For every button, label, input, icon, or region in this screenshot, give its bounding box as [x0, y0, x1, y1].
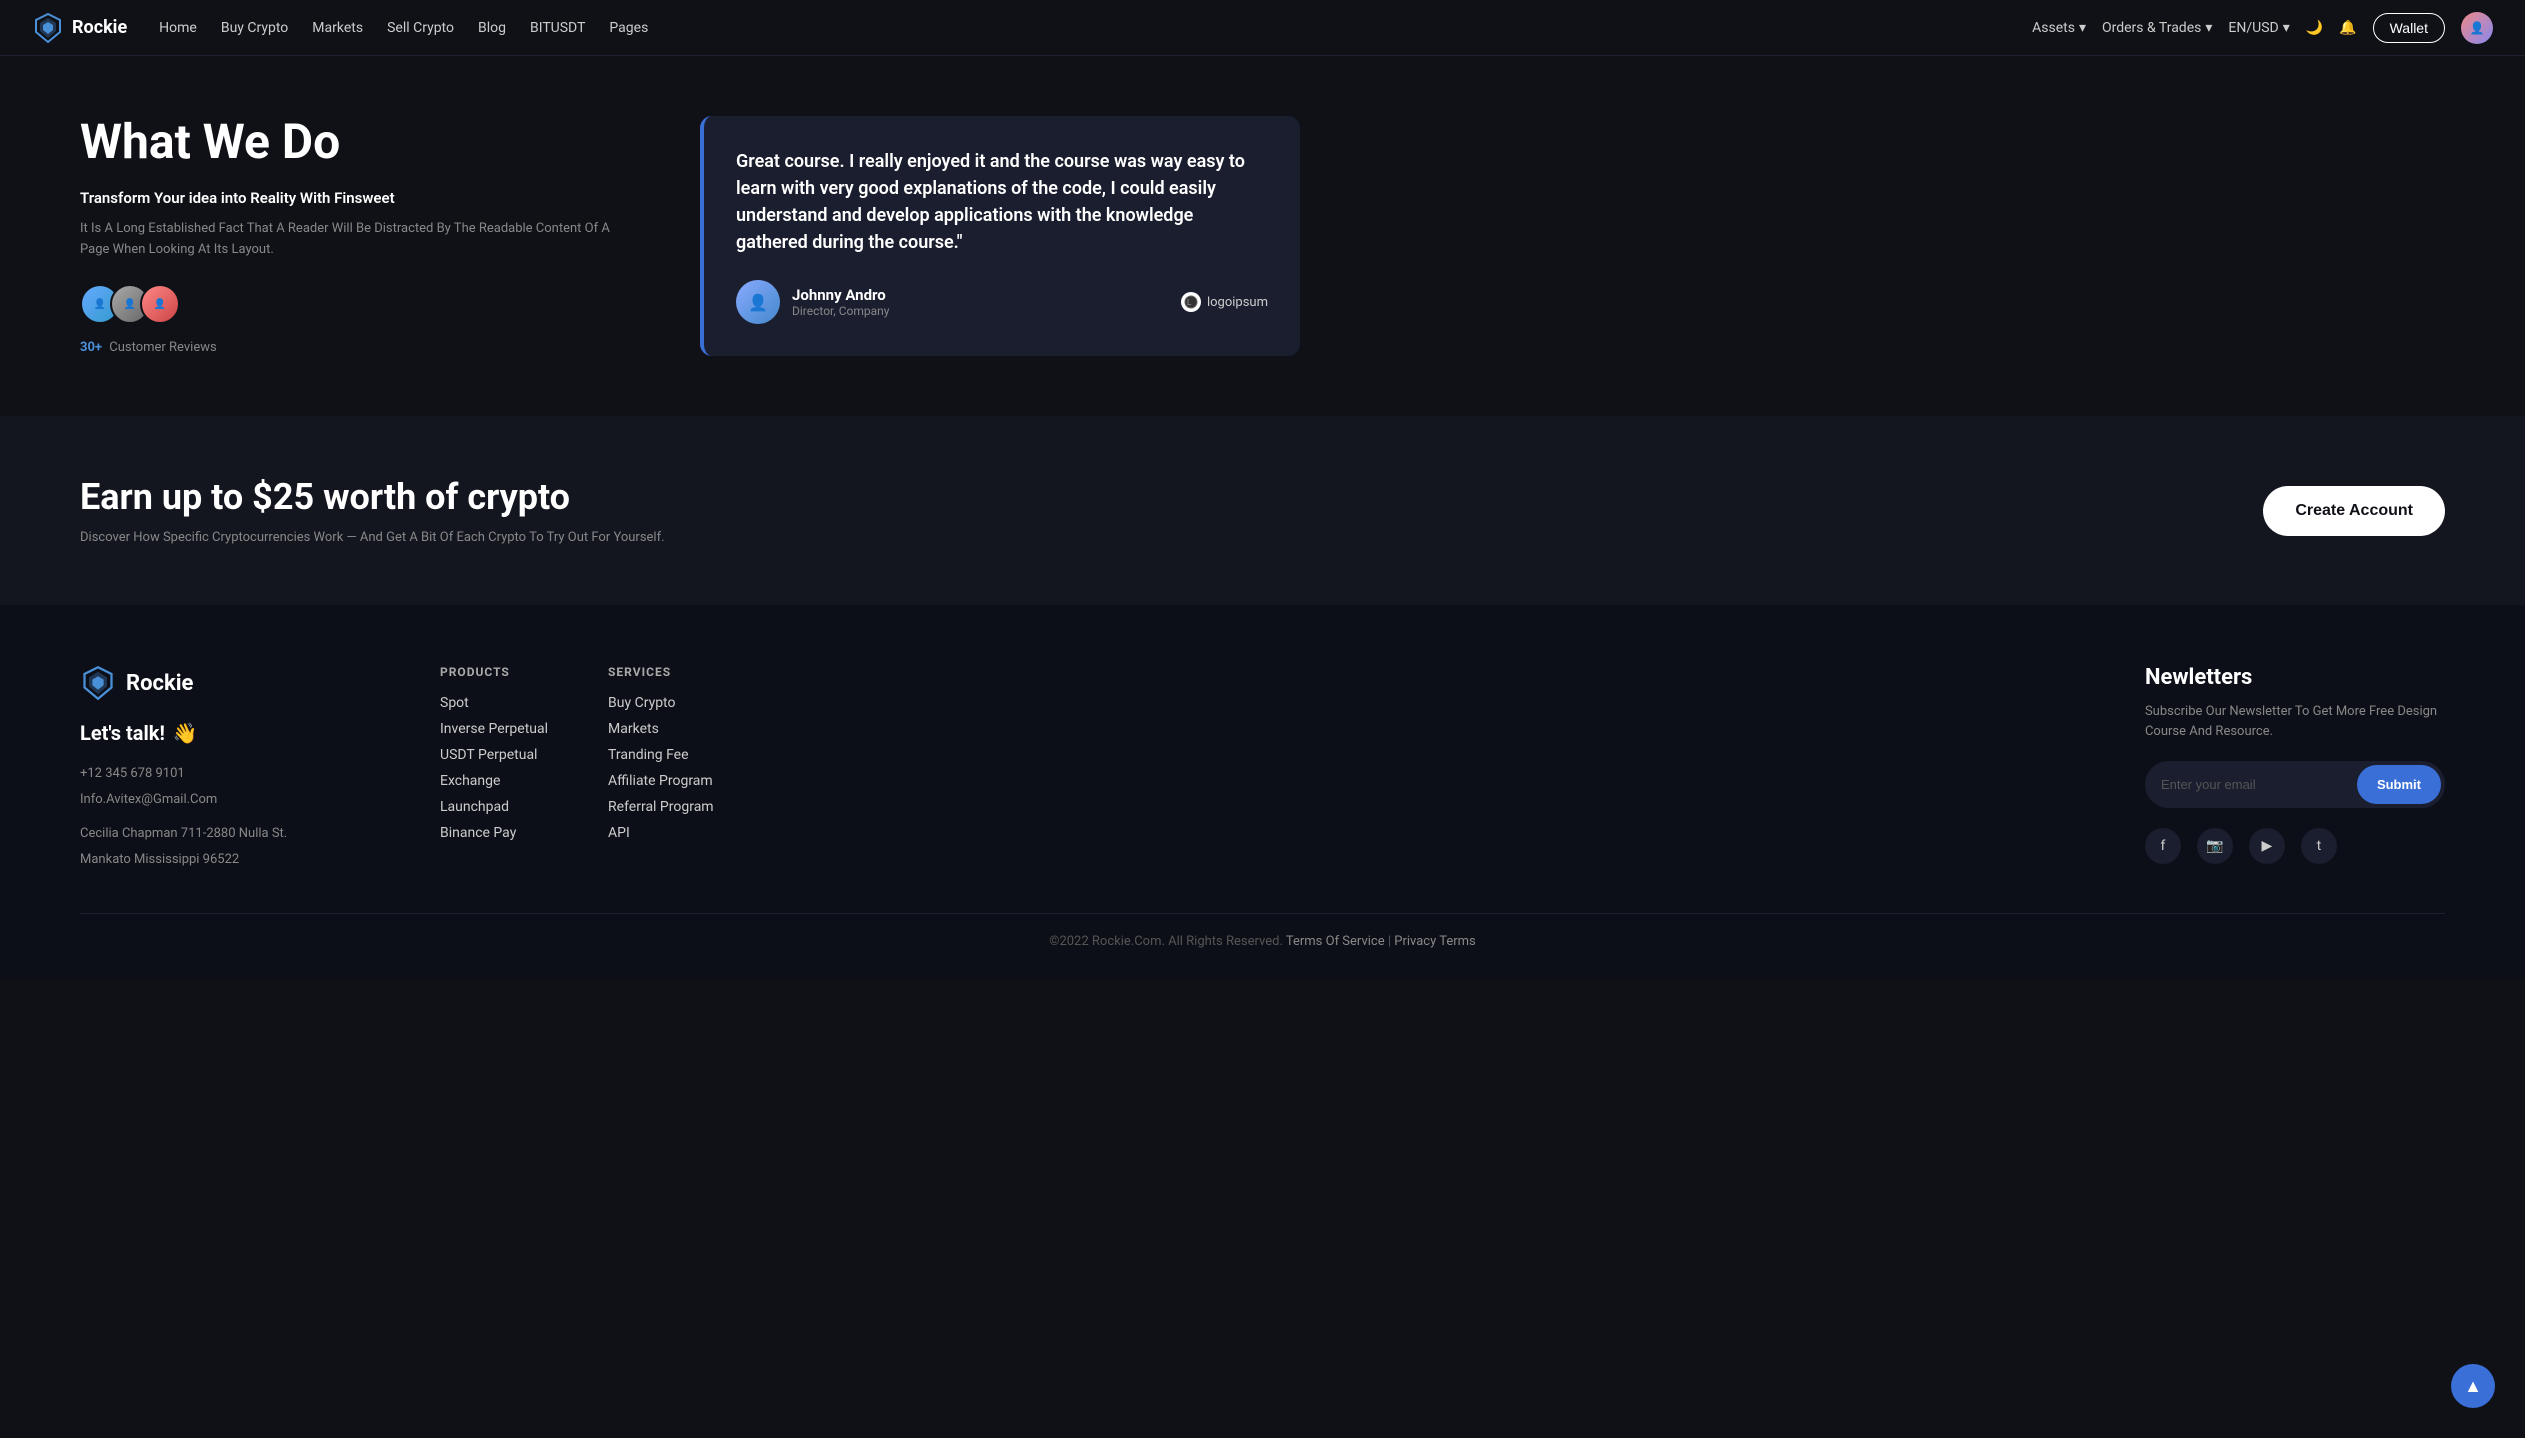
nav-logo[interactable]: Rockie: [32, 12, 127, 44]
footer-email: Info.Avitex@Gmail.Com: [80, 787, 360, 813]
youtube-icon[interactable]: ▶: [2249, 828, 2285, 864]
footer-api[interactable]: API: [608, 825, 714, 841]
footer-bottom: ©2022 Rockie.Com. All Rights Reserved. T…: [80, 913, 2445, 949]
reviewer-avatars: 👤 👤 👤: [80, 284, 640, 324]
what-we-do-section: What We Do Transform Your idea into Real…: [0, 56, 2525, 416]
footer-buy-crypto[interactable]: Buy Crypto: [608, 695, 714, 711]
earn-title: Earn up to $25 worth of crypto: [80, 476, 665, 518]
nav-sell-crypto[interactable]: Sell Crypto: [387, 20, 454, 36]
testimonial-text: Great course. I really enjoyed it and th…: [736, 148, 1268, 256]
notifications-bell[interactable]: 🔔: [2339, 20, 2356, 36]
author-info: 👤 Johnny Andro Director, Company: [736, 280, 889, 324]
scroll-to-top-button[interactable]: ▲: [2451, 1364, 2495, 1408]
author-avatar: 👤: [736, 280, 780, 324]
footer-brand: Rockie Let's talk! 👋 +12 345 678 9101 In…: [80, 665, 360, 873]
earn-description: Discover How Specific Cryptocurrencies W…: [80, 530, 665, 545]
footer-tranding-fee[interactable]: Tranding Fee: [608, 747, 714, 763]
nav-blog[interactable]: Blog: [478, 20, 506, 36]
services-heading: SERVICES: [608, 665, 714, 679]
author-details: Johnny Andro Director, Company: [792, 286, 889, 318]
footer-affiliate-program[interactable]: Affiliate Program: [608, 773, 714, 789]
footer-lets-talk: Let's talk! 👋: [80, 721, 360, 745]
nav-bitusdt[interactable]: BITUSDT: [530, 20, 585, 36]
nav-links: Home Buy Crypto Markets Sell Crypto Blog…: [159, 20, 2032, 36]
earn-left: Earn up to $25 worth of crypto Discover …: [80, 476, 665, 545]
logoipsum-logo: L logoipsum: [1181, 292, 1268, 312]
brand-name: Rockie: [72, 17, 127, 38]
twitter-icon[interactable]: t: [2301, 828, 2337, 864]
earn-section: Earn up to $25 worth of crypto Discover …: [0, 416, 2525, 605]
what-we-do-title: What We Do: [80, 116, 640, 169]
newsletter-description: Subscribe Our Newsletter To Get More Fre…: [2145, 702, 2445, 741]
privacy-link[interactable]: Privacy Terms: [1394, 934, 1476, 949]
testimonial-author: 👤 Johnny Andro Director, Company L logoi…: [736, 280, 1268, 324]
nav-right: Assets ▾ Orders & Trades ▾ EN/USD ▾ 🌙 🔔 …: [2032, 12, 2493, 44]
newsletter-heading: Newletters: [2145, 665, 2445, 690]
orders-trades-dropdown[interactable]: Orders & Trades ▾: [2102, 20, 2212, 36]
logoipsum-text: logoipsum: [1207, 295, 1268, 310]
svg-text:L: L: [1187, 298, 1192, 307]
author-name: Johnny Andro: [792, 286, 889, 304]
footer-contact: +12 345 678 9101 Info.Avitex@Gmail.Com C…: [80, 761, 360, 873]
wallet-button[interactable]: Wallet: [2373, 13, 2445, 43]
terms-link[interactable]: Terms Of Service: [1286, 934, 1385, 949]
footer-markets[interactable]: Markets: [608, 721, 714, 737]
currency-dropdown[interactable]: EN/USD ▾: [2228, 20, 2289, 36]
chevron-down-icon: ▾: [2283, 20, 2290, 36]
instagram-icon[interactable]: 📷: [2197, 828, 2233, 864]
footer-phone: +12 345 678 9101: [80, 761, 360, 787]
facebook-icon[interactable]: f: [2145, 828, 2181, 864]
footer-logo: Rockie: [80, 665, 360, 701]
reviewer-avatar-3: 👤: [140, 284, 180, 324]
main-content: What We Do Transform Your idea into Real…: [0, 0, 2525, 979]
footer-referral-program[interactable]: Referral Program: [608, 799, 714, 815]
products-column: PRODUCTS Spot Inverse Perpetual USDT Per…: [440, 665, 548, 873]
chevron-down-icon: ▾: [2205, 20, 2212, 36]
footer-inverse-perpetual[interactable]: Inverse Perpetual: [440, 721, 548, 737]
reviews-text: 30+ Customer Reviews: [80, 340, 640, 355]
footer-exchange[interactable]: Exchange: [440, 773, 548, 789]
what-we-do-subtitle: Transform Your idea into Reality With Fi…: [80, 189, 640, 207]
logoipsum-icon: L: [1181, 292, 1201, 312]
submit-button[interactable]: Submit: [2357, 765, 2441, 804]
services-column: SERVICES Buy Crypto Markets Tranding Fee…: [608, 665, 714, 873]
nav-markets[interactable]: Markets: [312, 20, 363, 36]
footer-launchpad[interactable]: Launchpad: [440, 799, 548, 815]
author-role: Director, Company: [792, 304, 889, 318]
footer-binance-pay[interactable]: Binance Pay: [440, 825, 548, 841]
footer-address: Cecilia Chapman 711-2880 Nulla St. Manka…: [80, 821, 360, 873]
assets-dropdown[interactable]: Assets ▾: [2032, 20, 2086, 36]
products-heading: PRODUCTS: [440, 665, 548, 679]
footer-columns: PRODUCTS Spot Inverse Perpetual USDT Per…: [440, 665, 2065, 873]
email-input[interactable]: [2145, 761, 2353, 808]
nav-buy-crypto[interactable]: Buy Crypto: [221, 20, 288, 36]
reviews-label: Customer Reviews: [109, 340, 216, 355]
footer-usdt-perpetual[interactable]: USDT Perpetual: [440, 747, 548, 763]
nav-home[interactable]: Home: [159, 20, 197, 36]
copyright-text: ©2022 Rockie.Com. All Rights Reserved.: [1049, 934, 1283, 949]
newsletter-section: Newletters Subscribe Our Newsletter To G…: [2145, 665, 2445, 873]
footer: Rockie Let's talk! 👋 +12 345 678 9101 In…: [0, 605, 2525, 979]
footer-brand-name: Rockie: [126, 671, 193, 696]
navbar: Rockie Home Buy Crypto Markets Sell Cryp…: [0, 0, 2525, 56]
nav-pages[interactable]: Pages: [609, 20, 648, 36]
dark-mode-toggle[interactable]: 🌙: [2306, 20, 2323, 36]
create-account-button[interactable]: Create Account: [2263, 486, 2445, 536]
footer-spot[interactable]: Spot: [440, 695, 548, 711]
reviews-count: 30+: [80, 340, 102, 355]
email-form: Submit: [2145, 761, 2445, 808]
what-we-do-left: What We Do Transform Your idea into Real…: [80, 116, 640, 355]
social-links: f 📷 ▶ t: [2145, 828, 2445, 864]
chevron-down-icon: ▾: [2079, 20, 2086, 36]
testimonial-card: Great course. I really enjoyed it and th…: [700, 116, 1300, 356]
user-avatar[interactable]: 👤: [2461, 12, 2493, 44]
footer-main: Rockie Let's talk! 👋 +12 345 678 9101 In…: [80, 665, 2445, 873]
wave-emoji: 👋: [173, 721, 198, 745]
what-we-do-description: It Is A Long Established Fact That A Rea…: [80, 219, 640, 261]
